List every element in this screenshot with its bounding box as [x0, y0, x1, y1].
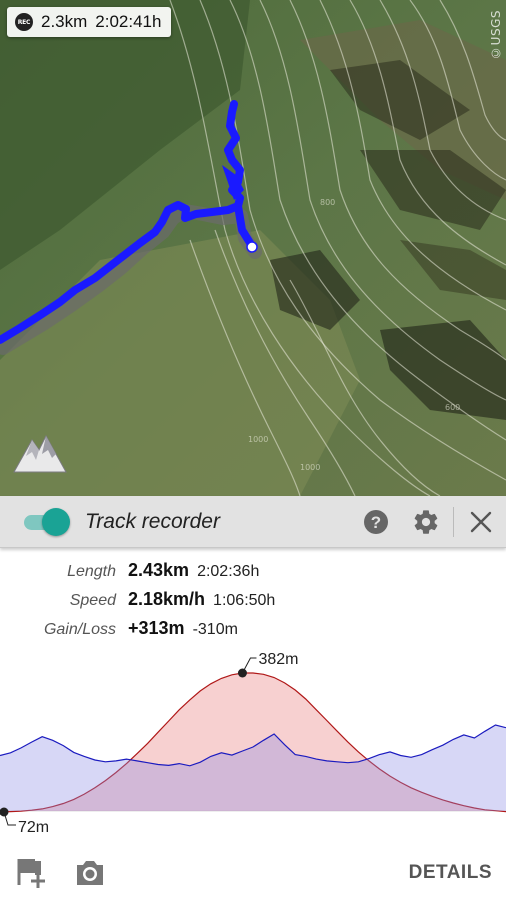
rec-icon: REC — [15, 13, 33, 31]
add-flag-icon — [17, 859, 45, 888]
mountain-icon — [13, 434, 67, 473]
current-position-marker — [246, 241, 258, 253]
camera-icon — [77, 861, 103, 885]
gear-icon — [414, 509, 438, 534]
svg-text:1000: 1000 — [248, 435, 268, 444]
svg-text:1000: 1000 — [300, 463, 320, 472]
recording-distance: 2.3km — [41, 12, 88, 31]
terrain-mountain-button[interactable] — [12, 428, 68, 476]
recorder-toggle[interactable] — [22, 507, 70, 536]
gainloss-label: Gain/Loss — [43, 621, 116, 638]
elevation-profile-svg: 382m 72m — [0, 651, 506, 836]
length-label: Length — [67, 563, 116, 580]
speed-time: 1:06:50h — [213, 592, 276, 609]
details-button[interactable]: DETAILS — [409, 853, 492, 893]
help-button[interactable]: ? — [351, 496, 401, 548]
settings-button[interactable] — [401, 496, 451, 548]
recording-duration: 2:02:41h — [95, 12, 162, 31]
help-icon: ? — [364, 509, 388, 534]
speed-value: 2.18km/h — [128, 589, 206, 609]
recording-status-pill[interactable]: REC 2.3km 2:02:41h — [7, 7, 172, 37]
loss-value: -310m — [192, 621, 238, 638]
length-time: 2:02:36h — [197, 563, 260, 580]
close-button[interactable] — [456, 496, 506, 548]
camera-button[interactable] — [72, 853, 108, 893]
speed-label: Speed — [69, 592, 116, 609]
elevation-profile-chart[interactable]: 382m 72m — [0, 645, 506, 845]
min-elevation-label: 72m — [18, 819, 49, 836]
svg-text:?: ? — [371, 513, 381, 532]
bottom-action-bar: DETAILS — [0, 845, 506, 900]
gain-value: +313m — [128, 618, 185, 638]
satellite-terrain: 1000 1000 800 600 — [0, 0, 506, 496]
svg-text:600: 600 — [445, 403, 460, 412]
close-icon — [470, 511, 492, 532]
max-elevation-marker — [237, 668, 247, 678]
stat-row-length: Length 2.43km 2:02:36h — [0, 560, 506, 588]
max-elevation-label: 382m — [258, 651, 298, 668]
toolbar-divider — [453, 506, 454, 537]
stat-row-gainloss: Gain/Loss +313m -310m — [0, 618, 506, 646]
map-view[interactable]: 1000 1000 800 600 REC 2.3km 2:02:41h ©US… — [0, 0, 506, 496]
stat-row-speed: Speed 2.18km/h 1:06:50h — [0, 589, 506, 617]
track-recorder-toolbar: Track recorder ? — [0, 496, 506, 548]
toolbar-title: Track recorder — [85, 509, 220, 533]
svg-text:800: 800 — [320, 198, 335, 207]
length-value: 2.43km — [128, 560, 190, 580]
map-attribution: ©USGS — [489, 10, 503, 60]
add-flag-button[interactable] — [12, 853, 48, 893]
